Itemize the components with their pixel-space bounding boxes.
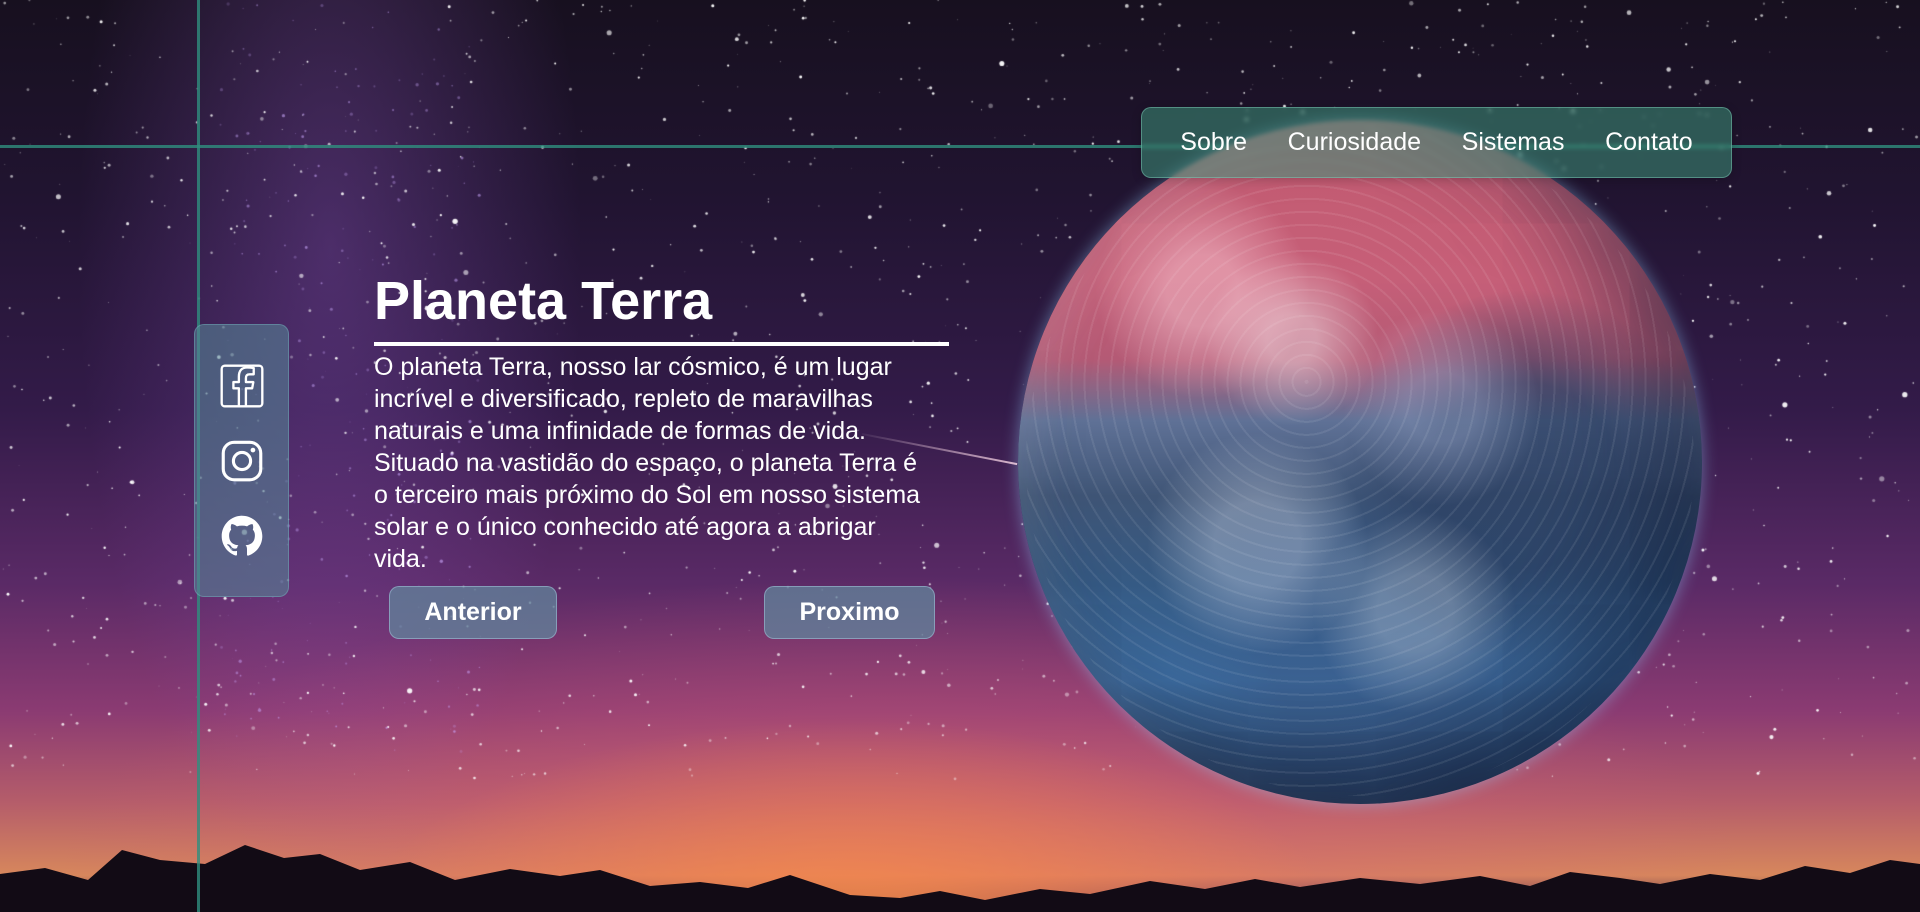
nav-link-contato[interactable]: Contato (1605, 130, 1693, 155)
title-divider (374, 342, 949, 346)
planet-description: O planeta Terra, nosso lar cósmico, é um… (374, 353, 921, 573)
next-button[interactable]: Proximo (764, 586, 935, 639)
page-title: Planeta Terra (374, 271, 713, 331)
mountain-silhouette (0, 845, 1920, 912)
planet-earth-image (1018, 120, 1702, 804)
github-icon (221, 515, 262, 556)
facebook-icon (220, 364, 263, 407)
social-links-panel (194, 324, 289, 597)
facebook-link[interactable] (217, 361, 267, 411)
nav-link-sistemas[interactable]: Sistemas (1462, 130, 1565, 155)
nav-link-curiosidade[interactable]: Curiosidade (1288, 130, 1421, 155)
nav-link-sobre[interactable]: Sobre (1180, 130, 1247, 155)
previous-button[interactable]: Anterior (389, 586, 557, 639)
planet-info-section: Planeta Terra O planeta Terra, nosso lar… (374, 271, 949, 575)
instagram-icon (221, 440, 262, 481)
instagram-link[interactable] (217, 436, 267, 486)
top-navigation: Sobre Curiosidade Sistemas Contato (1141, 107, 1732, 178)
github-link[interactable] (217, 511, 267, 561)
